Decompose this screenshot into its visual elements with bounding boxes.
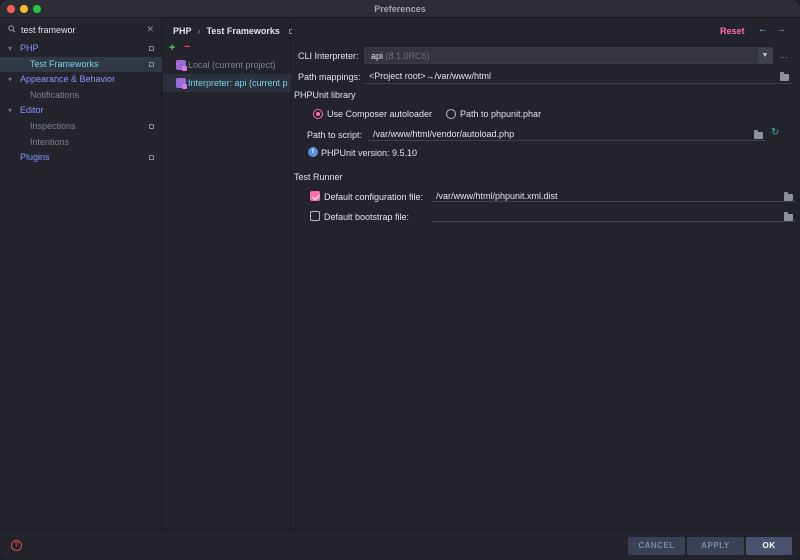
php-interpreter-icon — [176, 78, 187, 89]
project-scope-icon — [149, 61, 154, 67]
phpunit-section-title: PHPUnit library — [294, 90, 356, 100]
back-arrow-icon[interactable]: ← — [758, 24, 768, 35]
cli-interpreter-value: api (8.1.0RC6) — [371, 51, 430, 61]
path-to-script-label: Path to script: — [307, 130, 363, 140]
chevron-down-icon[interactable]: ▾ — [8, 41, 12, 57]
info-icon: i — [308, 147, 318, 157]
phpunit-phar-radio[interactable] — [446, 109, 456, 119]
sidebar-item-inspections[interactable]: Inspections — [0, 119, 162, 135]
composer-autoloader-radio[interactable] — [313, 109, 323, 119]
interpreter-list: Local (current project) Interpreter: api… — [163, 56, 291, 92]
window-title: Preferences — [374, 4, 426, 14]
refresh-icon[interactable]: ↻ — [771, 127, 779, 138]
settings-tree: ▾ PHP Test Frameworks ▾ Appearance & Beh… — [0, 41, 162, 166]
interpreter-list-panel: PHP › Test Frameworks + − Local (current p… — [163, 19, 294, 529]
default-config-checkbox[interactable] — [310, 191, 320, 201]
sidebar-item-label: Plugins — [20, 152, 50, 163]
apply-button[interactable]: APPLY — [687, 537, 744, 555]
sidebar-item-label: Notifications — [30, 89, 80, 100]
phpunit-version-text: PHPUnit version: 9.5.10 — [321, 148, 418, 158]
sidebar-item-label: Appearance & Behavior — [20, 74, 116, 85]
project-scope-icon — [149, 46, 154, 51]
path-mappings-field[interactable]: <Project root>→/var/www/html — [364, 69, 792, 84]
folder-icon[interactable] — [754, 130, 763, 139]
path-to-script-field[interactable]: /var/www/html/vendor/autoload.php — [368, 126, 766, 141]
reset-button[interactable]: Reset — [720, 26, 745, 36]
default-bootstrap-checkbox[interactable] — [310, 211, 320, 221]
php-interpreter-icon — [176, 60, 187, 71]
cancel-button[interactable]: CANCEL — [628, 537, 685, 555]
sidebar-item-test-frameworks[interactable]: Test Frameworks — [0, 56, 162, 73]
project-scope-icon — [149, 123, 154, 129]
help-icon[interactable]: ? — [11, 540, 22, 551]
default-bootstrap-label[interactable]: Default bootstrap file: — [324, 212, 409, 222]
forward-arrow-icon[interactable]: → — [776, 24, 786, 35]
sidebar-item-label: Inspections — [30, 120, 76, 131]
list-item[interactable]: Interpreter: api (current p — [163, 74, 291, 92]
sidebar-item-appearance-behavior[interactable]: ▾ Appearance & Behavior — [0, 72, 162, 88]
list-item-label: Local (current project) — [188, 60, 276, 70]
folder-icon[interactable] — [784, 192, 793, 201]
default-config-value: /var/www/html/phpunit.xml.dist — [436, 191, 558, 201]
ok-button[interactable]: OK — [746, 537, 792, 555]
sidebar-item-label: PHP — [20, 43, 39, 53]
sidebar-item-label: Intentions — [30, 136, 70, 147]
chevron-down-icon[interactable]: ▾ — [8, 103, 12, 119]
test-runner-section-title: Test Runner — [294, 172, 343, 182]
preferences-window: Preferences ✕ ▾ PHP Test Frameworks ▾ — [0, 0, 800, 560]
list-item[interactable]: Local (current project) — [163, 56, 291, 74]
breadcrumb-parent[interactable]: PHP — [173, 26, 192, 36]
list-item-label: Interpreter: api (current p — [188, 78, 288, 88]
cli-interpreter-select[interactable]: api (8.1.0RC6) ▼ — [364, 47, 773, 64]
more-options-button[interactable]: ... — [780, 50, 788, 60]
breadcrumb-current: Test Frameworks — [206, 26, 280, 36]
phpunit-phar-label[interactable]: Path to phpunit.phar — [460, 109, 541, 119]
settings-sidebar: ✕ ▾ PHP Test Frameworks ▾ Appearance & B… — [0, 19, 162, 529]
add-interpreter-button[interactable]: + — [169, 42, 175, 54]
dialog-footer: ? CANCEL APPLY OK — [0, 529, 800, 560]
chevron-down-icon[interactable]: ▾ — [8, 72, 12, 88]
breadcrumb: PHP › Test Frameworks — [173, 26, 294, 36]
search-input[interactable] — [21, 23, 141, 37]
folder-icon[interactable] — [780, 72, 789, 81]
sidebar-item-label: Test Frameworks — [30, 58, 99, 69]
sidebar-item-editor[interactable]: ▾ Editor — [0, 103, 162, 119]
dropdown-arrow-icon[interactable]: ▼ — [758, 48, 772, 63]
composer-autoloader-label[interactable]: Use Composer autoloader — [327, 109, 432, 119]
sidebar-item-php[interactable]: ▾ PHP — [0, 41, 162, 57]
path-mappings-value: <Project root>→/var/www/html — [369, 71, 492, 81]
clear-search-icon[interactable]: ✕ — [146, 24, 154, 35]
path-mappings-label: Path mappings: — [298, 72, 361, 82]
cli-interpreter-label: CLI Interpreter: — [298, 51, 359, 61]
remove-interpreter-button[interactable]: − — [184, 41, 190, 53]
content-header: Reset ← → — [292, 19, 800, 43]
folder-icon[interactable] — [784, 212, 793, 221]
default-bootstrap-field[interactable] — [432, 207, 796, 222]
title-bar: Preferences — [0, 0, 800, 18]
settings-content: Reset ← → CLI Interpreter: api (8.1.0RC6… — [292, 19, 800, 529]
default-config-field[interactable]: /var/www/html/phpunit.xml.dist — [432, 187, 796, 202]
sidebar-item-label: Editor — [20, 105, 44, 116]
path-to-script-value: /var/www/html/vendor/autoload.php — [373, 129, 515, 139]
project-scope-icon — [149, 155, 154, 161]
search-icon — [8, 25, 16, 33]
breadcrumb-separator: › — [197, 26, 201, 36]
default-config-label[interactable]: Default configuration file: — [324, 192, 423, 202]
sidebar-item-intentions[interactable]: Intentions — [0, 135, 162, 151]
sidebar-item-plugins[interactable]: Plugins — [0, 150, 162, 166]
sidebar-item-notifications[interactable]: Notifications — [0, 88, 162, 104]
settings-search: ✕ — [4, 23, 158, 37]
